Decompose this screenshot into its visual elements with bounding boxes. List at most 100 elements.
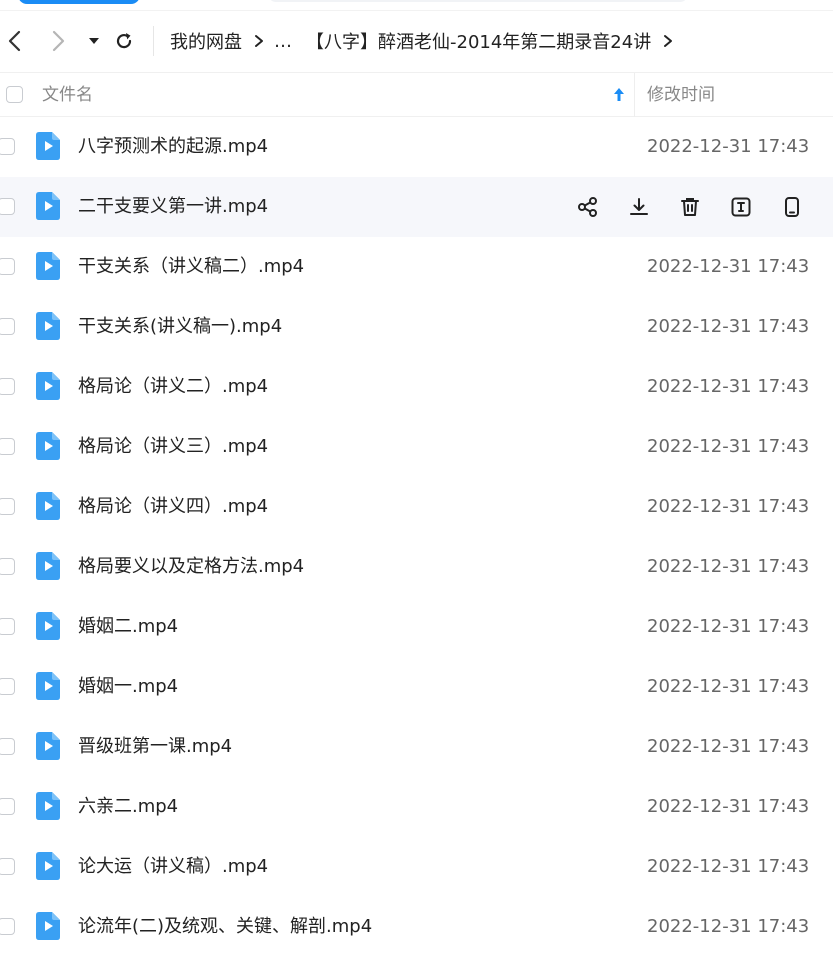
video-file-icon — [36, 912, 60, 940]
download-button[interactable] — [625, 194, 653, 220]
row-checkbox[interactable] — [0, 858, 15, 875]
trash-button[interactable] — [676, 194, 704, 220]
file-name[interactable]: 格局要义以及定格方法.mp4 — [78, 537, 304, 597]
file-modified-time: 2022-12-31 17:43 — [647, 676, 810, 697]
upload-button-edge[interactable] — [18, 0, 140, 4]
refresh-icon — [116, 33, 132, 49]
file-name[interactable]: 婚姻二.mp4 — [78, 597, 178, 657]
file-row[interactable]: 格局要义以及定格方法.mp4 2022-12-31 17:43 — [0, 537, 833, 597]
file-row[interactable]: 干支关系（讲义稿二）.mp4 2022-12-31 17:43 — [0, 237, 833, 297]
file-name[interactable]: 八字预测术的起源.mp4 — [78, 117, 268, 177]
file-name[interactable]: 格局论（讲义四）.mp4 — [78, 477, 268, 537]
back-button[interactable] — [0, 27, 28, 55]
file-name[interactable]: 干支关系(讲义稿一).mp4 — [78, 297, 282, 357]
nav-divider — [153, 26, 154, 56]
video-file-icon — [36, 552, 60, 580]
video-file-icon — [36, 852, 60, 880]
file-row[interactable]: 格局论（讲义二）.mp4 2022-12-31 17:43 — [0, 357, 833, 417]
file-name[interactable]: 干支关系（讲义稿二）.mp4 — [78, 237, 304, 297]
file-row[interactable]: 婚姻一.mp4 2022-12-31 17:43 — [0, 657, 833, 717]
file-modified-time: 2022-12-31 17:43 — [647, 436, 810, 457]
column-header-modified[interactable]: 修改时间 — [647, 73, 715, 118]
rename-button[interactable] — [727, 194, 755, 220]
column-divider — [634, 73, 635, 117]
file-list: 八字预测术的起源.mp4 2022-12-31 17:43 二干支要义第一讲.mp4… — [0, 117, 833, 957]
file-row[interactable]: 格局论（讲义三）.mp4 2022-12-31 17:43 — [0, 417, 833, 477]
breadcrumb: 我的网盘 … 【八字】醉酒老仙-2014年第二期录音24讲 — [170, 10, 683, 72]
video-file-icon — [36, 612, 60, 640]
column-header-name[interactable]: 文件名 — [42, 73, 93, 118]
history-dropdown-button[interactable] — [80, 27, 108, 55]
row-actions — [574, 194, 829, 220]
file-modified-time: 2022-12-31 17:43 — [647, 796, 810, 817]
file-name[interactable]: 论流年(二)及统观、关键、解剖.mp4 — [78, 897, 372, 957]
row-checkbox[interactable] — [0, 438, 15, 455]
chevron-left-icon — [8, 30, 21, 52]
video-file-icon — [36, 132, 60, 160]
file-modified-time: 2022-12-31 17:43 — [647, 316, 810, 337]
file-list-header: 文件名 修改时间 — [0, 72, 833, 117]
video-file-icon — [36, 252, 60, 280]
file-modified-time: 2022-12-31 17:43 — [647, 856, 810, 877]
breadcrumb-root[interactable]: 我的网盘 — [170, 28, 242, 54]
rename-icon — [730, 196, 752, 218]
file-name[interactable]: 二干支要义第一讲.mp4 — [78, 177, 268, 237]
file-name[interactable]: 论大运（讲义稿）.mp4 — [78, 837, 268, 897]
file-row[interactable]: 八字预测术的起源.mp4 2022-12-31 17:43 — [0, 117, 833, 177]
video-file-icon — [36, 672, 60, 700]
file-modified-time: 2022-12-31 17:43 — [647, 556, 810, 577]
video-file-icon — [36, 372, 60, 400]
file-name[interactable]: 婚姻一.mp4 — [78, 657, 178, 717]
chevron-right-icon — [254, 34, 264, 48]
file-row[interactable]: 论流年(二)及统观、关键、解剖.mp4 2022-12-31 17:43 — [0, 897, 833, 957]
chevron-right-icon — [52, 30, 65, 52]
file-modified-time: 2022-12-31 17:43 — [647, 376, 810, 397]
sort-ascending-icon[interactable] — [612, 87, 626, 103]
row-checkbox[interactable] — [0, 378, 15, 395]
row-checkbox[interactable] — [0, 498, 15, 515]
chevron-right-icon — [663, 34, 673, 48]
row-checkbox[interactable] — [0, 258, 15, 275]
row-checkbox[interactable] — [0, 138, 15, 155]
row-checkbox[interactable] — [0, 558, 15, 575]
row-checkbox[interactable] — [0, 198, 15, 215]
phone-icon — [781, 196, 803, 218]
select-all-checkbox[interactable] — [6, 86, 23, 103]
search-bar-edge[interactable] — [268, 0, 688, 2]
file-modified-time: 2022-12-31 17:43 — [647, 256, 810, 277]
video-file-icon — [36, 432, 60, 460]
file-name[interactable]: 晋级班第一课.mp4 — [78, 717, 232, 777]
breadcrumb-current[interactable]: 【八字】醉酒老仙-2014年第二期录音24讲 — [306, 28, 651, 54]
file-name[interactable]: 格局论（讲义三）.mp4 — [78, 417, 268, 477]
file-modified-time: 2022-12-31 17:43 — [647, 736, 810, 757]
forward-button[interactable] — [45, 27, 73, 55]
file-modified-time: 2022-12-31 17:43 — [647, 136, 810, 157]
row-checkbox[interactable] — [0, 618, 15, 635]
file-row[interactable]: 干支关系(讲义稿一).mp4 2022-12-31 17:43 — [0, 297, 833, 357]
file-modified-time: 2022-12-31 17:43 — [647, 496, 810, 517]
file-row[interactable]: 六亲二.mp4 2022-12-31 17:43 — [0, 777, 833, 837]
row-checkbox[interactable] — [0, 918, 15, 935]
download-icon — [628, 196, 650, 218]
row-checkbox[interactable] — [0, 678, 15, 695]
row-checkbox[interactable] — [0, 738, 15, 755]
file-modified-time: 2022-12-31 17:43 — [647, 916, 810, 937]
file-row[interactable]: 晋级班第一课.mp4 2022-12-31 17:43 — [0, 717, 833, 777]
navigation-bar: 我的网盘 … 【八字】醉酒老仙-2014年第二期录音24讲 — [0, 10, 833, 72]
file-row[interactable]: 论大运（讲义稿）.mp4 2022-12-31 17:43 — [0, 837, 833, 897]
share-button[interactable] — [574, 194, 602, 220]
trash-icon — [679, 196, 701, 218]
file-modified-time: 2022-12-31 17:43 — [647, 616, 810, 637]
file-name[interactable]: 格局论（讲义二）.mp4 — [78, 357, 268, 417]
file-row[interactable]: 婚姻二.mp4 2022-12-31 17:43 — [0, 597, 833, 657]
phone-button[interactable] — [778, 194, 806, 220]
video-file-icon — [36, 312, 60, 340]
refresh-button[interactable] — [110, 27, 138, 55]
file-row[interactable]: 格局论（讲义四）.mp4 2022-12-31 17:43 — [0, 477, 833, 537]
row-checkbox[interactable] — [0, 318, 15, 335]
breadcrumb-ellipsis[interactable]: … — [274, 31, 292, 52]
share-icon — [577, 196, 599, 218]
file-row[interactable]: 二干支要义第一讲.mp4 — [0, 177, 833, 237]
row-checkbox[interactable] — [0, 798, 15, 815]
file-name[interactable]: 六亲二.mp4 — [78, 777, 178, 837]
